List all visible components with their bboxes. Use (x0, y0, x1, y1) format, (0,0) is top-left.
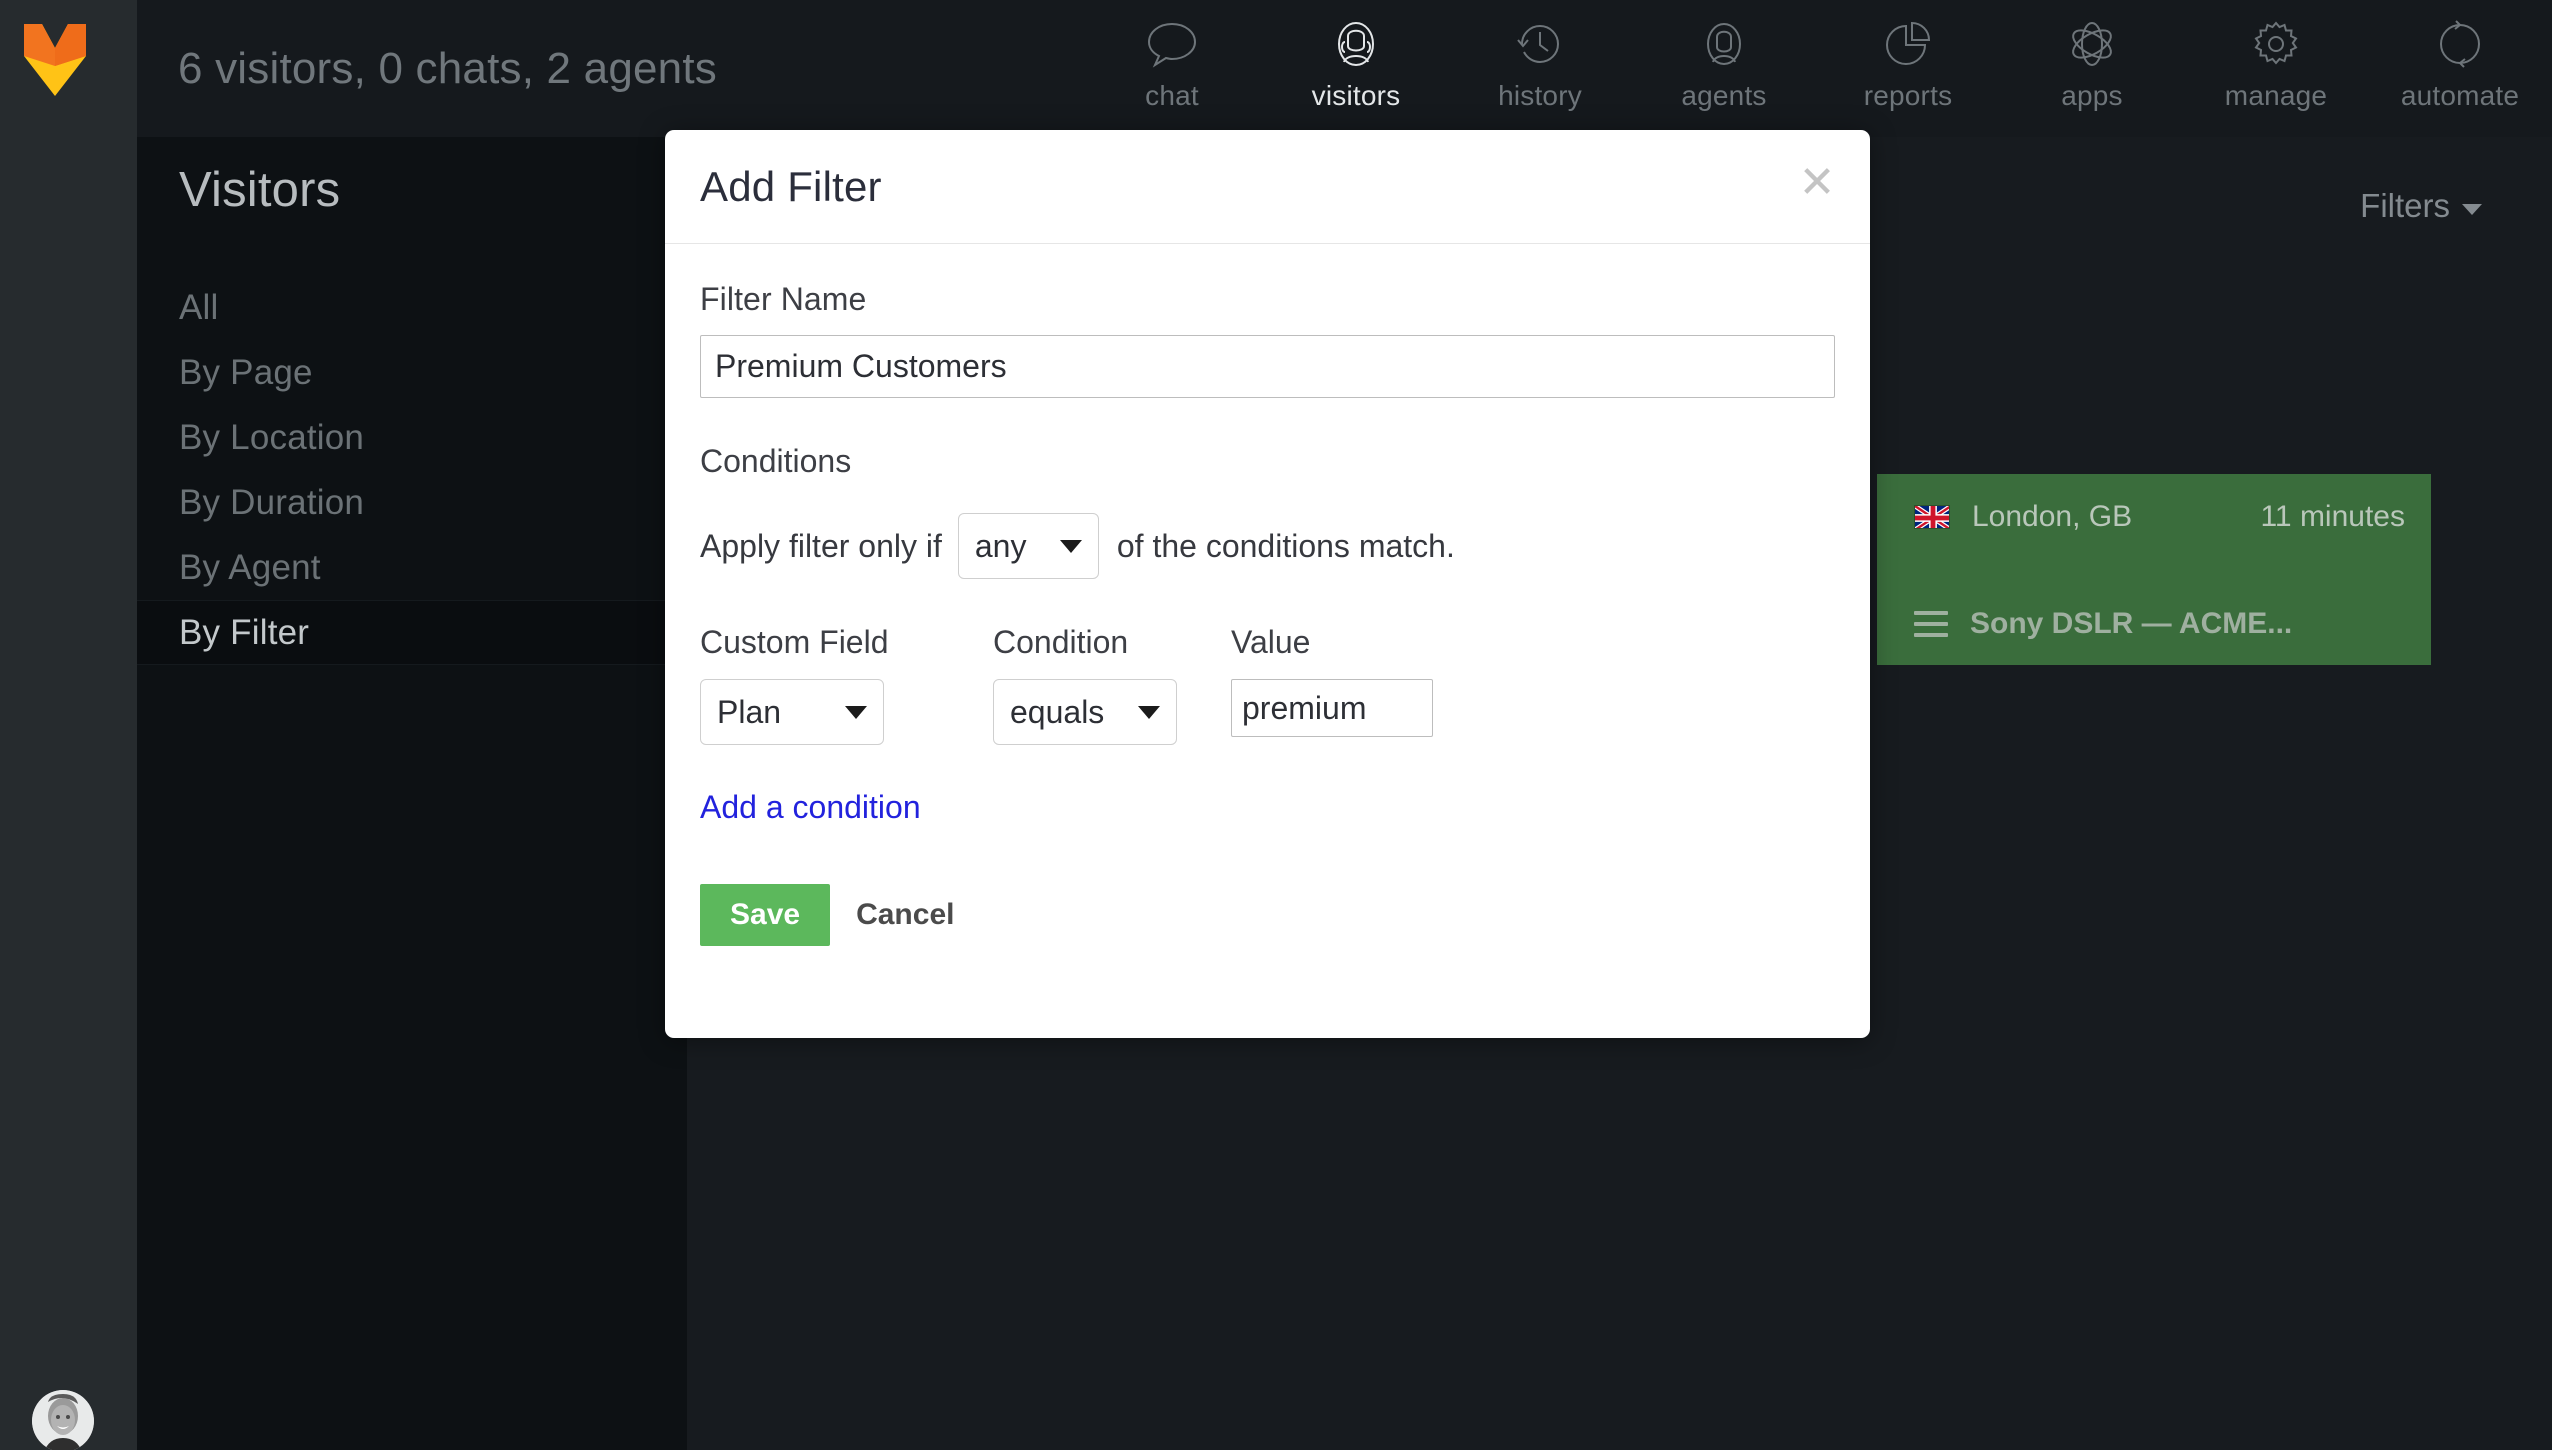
gear-icon (2248, 13, 2304, 75)
chevron-down-icon (2462, 203, 2482, 215)
condition-value: equals (1010, 693, 1105, 730)
chat-bubble-icon (1144, 13, 1200, 75)
page-list-icon (1914, 611, 1948, 637)
top-bar: 6 visitors, 0 chats, 2 agents chat visit… (137, 0, 2552, 137)
visitor-location: London, GB (1972, 500, 2133, 533)
conditions-label: Conditions (700, 443, 852, 479)
condition-header: Condition (993, 624, 1129, 660)
app-root: 6 visitors, 0 chats, 2 agents chat visit… (0, 0, 2552, 1450)
nav-item-agents[interactable]: agents (1632, 0, 1816, 137)
cancel-button[interactable]: Cancel (856, 898, 954, 932)
sidebar-item-by-duration[interactable]: By Duration (137, 470, 687, 535)
apply-suffix-text: of the conditions match. (1116, 527, 1455, 564)
sidebar-list: All By Page By Location By Duration By A… (137, 275, 687, 665)
nav-label-automate: automate (2400, 80, 2520, 111)
apply-filter-row: Apply filter only if any of the conditio… (700, 513, 1835, 579)
nav-label-apps: apps (2061, 80, 2123, 111)
pie-chart-icon (1880, 13, 1936, 75)
match-mode-select[interactable]: any (957, 513, 1099, 579)
chevron-down-icon (1138, 705, 1160, 719)
sidebar-item-label: By Page (179, 352, 313, 392)
visitor-page-title: Sony DSLR — ACME... (1970, 607, 2293, 640)
modal-header: Add Filter ✕ (665, 130, 1870, 244)
custom-field-column: Custom Field Plan (700, 624, 939, 745)
condition-row: Custom Field Plan Condition equals Value (700, 624, 1835, 745)
value-column: Value (1231, 624, 1433, 737)
sidebar-item-label: By Duration (179, 482, 365, 522)
avatar[interactable] (32, 1390, 94, 1450)
nav-item-apps[interactable]: apps (2000, 0, 2184, 137)
filters-dropdown-button[interactable]: Filters (2360, 187, 2482, 225)
flag-gb-icon (1914, 505, 1950, 529)
visitor-card-header: London, GB 11 minutes (1914, 500, 2405, 534)
nav-item-reports[interactable]: reports (1816, 0, 2000, 137)
filters-label: Filters (2360, 187, 2450, 224)
sidebar-item-by-filter[interactable]: By Filter (137, 600, 687, 665)
modal-title: Add Filter (700, 163, 882, 210)
chevron-down-icon (1059, 539, 1082, 553)
atom-icon (2064, 13, 2120, 75)
sidebar-item-by-page[interactable]: By Page (137, 340, 687, 405)
nav-item-automate[interactable]: automate (2368, 0, 2552, 137)
save-button[interactable]: Save (700, 884, 831, 946)
left-rail (0, 0, 137, 1450)
match-mode-value: any (974, 527, 1027, 564)
nav-item-history[interactable]: history (1448, 0, 1632, 137)
condition-select[interactable]: equals (993, 679, 1177, 745)
sidebar-item-label: By Agent (179, 547, 321, 587)
sidebar-item-label: All (179, 287, 219, 327)
condition-column: Condition equals (993, 624, 1178, 745)
sidebar-item-by-location[interactable]: By Location (137, 405, 687, 470)
custom-field-header: Custom Field (700, 624, 889, 660)
sidebar-item-label: By Location (179, 417, 365, 457)
nav-label-agents: agents (1681, 80, 1767, 111)
visitor-duration: 11 minutes (2260, 500, 2405, 533)
chevron-down-icon (845, 705, 867, 719)
sidebar-item-by-agent[interactable]: By Agent (137, 535, 687, 600)
visitors-sidebar: Visitors All By Page By Location By Dura… (137, 137, 687, 1450)
nav-item-visitors[interactable]: visitors (1264, 0, 1448, 137)
modal-body: Filter Name Conditions Apply filter only… (665, 244, 1870, 946)
fox-logo-icon[interactable] (22, 22, 88, 98)
apply-prefix-text: Apply filter only if (700, 527, 942, 564)
condition-value-input[interactable] (1231, 679, 1433, 737)
nav-label-manage: manage (2224, 80, 2328, 111)
filter-name-input[interactable] (700, 335, 1835, 398)
modal-actions: Save Cancel (700, 884, 1835, 946)
custom-field-select[interactable]: Plan (700, 679, 884, 745)
custom-field-value: Plan (717, 693, 782, 730)
top-navigation: chat visitors history agents reports app… (1080, 0, 2552, 137)
nav-label-chat: chat (1145, 80, 1199, 111)
visitor-card[interactable]: London, GB 11 minutes Sony DSLR — ACME..… (1877, 474, 2431, 665)
nav-item-manage[interactable]: manage (2184, 0, 2368, 137)
clock-history-icon (1512, 13, 1568, 75)
nav-label-history: history (1498, 80, 1582, 111)
agent-head-icon (1696, 13, 1752, 75)
sidebar-item-label: By Filter (179, 612, 310, 652)
value-header: Value (1231, 624, 1311, 660)
refresh-cycle-icon (2432, 13, 2488, 75)
nav-label-visitors: visitors (1311, 80, 1401, 111)
visitor-card-footer: Sony DSLR — ACME... (1914, 607, 2292, 641)
filter-name-label: Filter Name (700, 281, 867, 317)
nav-item-chat[interactable]: chat (1080, 0, 1264, 137)
add-condition-link[interactable]: Add a condition (700, 789, 921, 826)
sidebar-item-all[interactable]: All (137, 275, 687, 340)
nav-label-reports: reports (1863, 80, 1953, 111)
visitor-head-icon (1328, 13, 1384, 75)
add-filter-modal: Add Filter ✕ Filter Name Conditions Appl… (665, 130, 1870, 1038)
page-title: Visitors (179, 163, 341, 217)
close-icon[interactable]: ✕ (1790, 156, 1844, 210)
visitor-count-status: 6 visitors, 0 chats, 2 agents (178, 44, 717, 93)
